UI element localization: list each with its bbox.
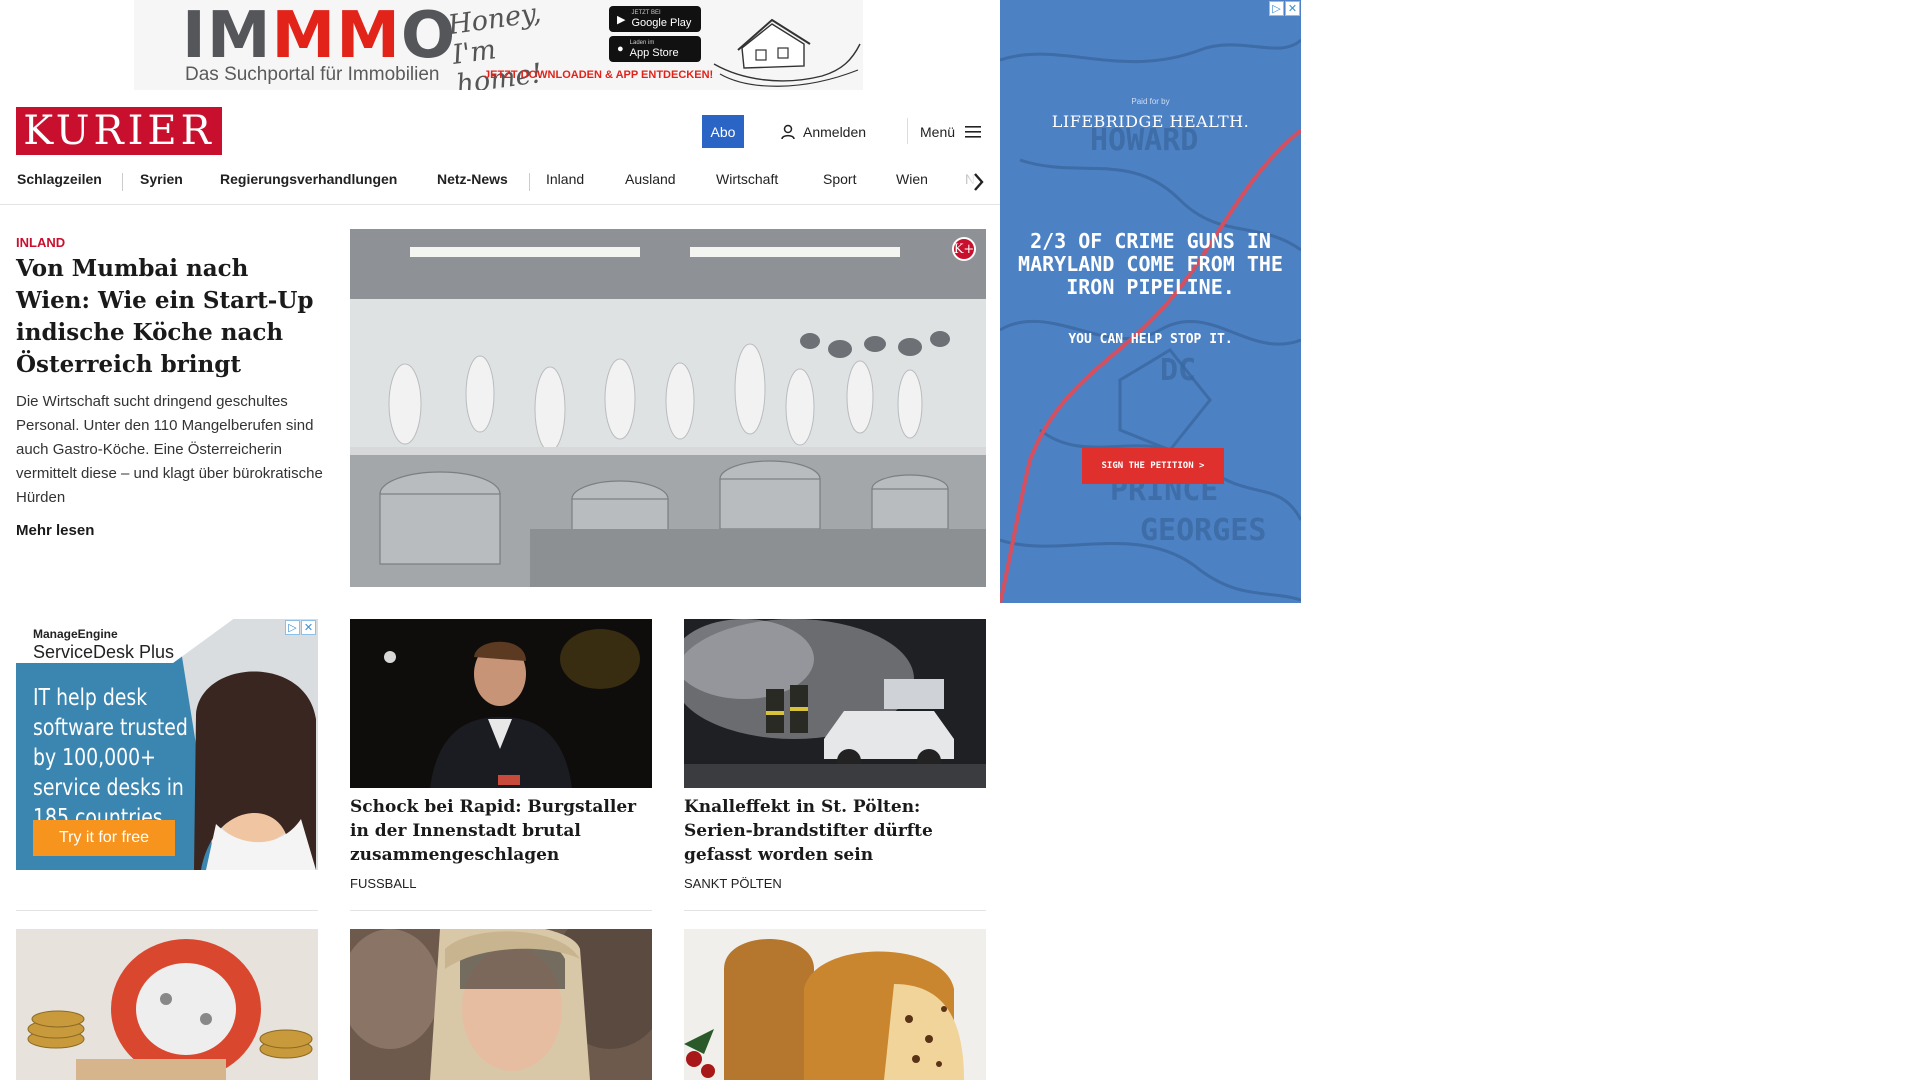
kurier-logo[interactable]: KURIER [16,107,222,155]
card-headline-rapid[interactable]: Schock bei Rapid: Burgstaller in der Inn… [350,795,652,867]
rapid-photo [350,619,652,788]
header-divider [907,118,908,144]
google-play-badge[interactable]: ▶ JETZT BEI Google Play [609,6,701,32]
card-headline-stpoelten[interactable]: Knalleffekt in St. Pölten: Serien-brands… [684,795,986,867]
card-divider [684,910,986,911]
ad-info-icon[interactable]: ▷ [1269,1,1284,16]
read-more-link[interactable]: Mehr lesen [16,522,94,539]
thumb-image-woman[interactable] [350,929,652,1080]
close-icon[interactable]: ✕ [1285,1,1300,16]
card-tag-sankt-poelten[interactable]: SANKT PÖLTEN [684,876,782,891]
hamburger-icon [965,126,982,138]
close-icon[interactable]: ✕ [301,620,316,635]
ad-choices[interactable]: ▷ ✕ [285,620,316,635]
ad-choices[interactable]: ▷ ✕ [1269,1,1300,16]
banner-cta[interactable]: JETZT DOWNLOADEN & APP ENTDECKEN! [484,69,713,81]
lifebridge-ad[interactable]: HOWARD DC PRINCE GEORGES Paid for by LIF… [1000,0,1301,603]
app-store-badge[interactable]: ● Laden im App Store [609,36,701,62]
ad3-map-background: HOWARD DC PRINCE GEORGES [1000,0,1301,603]
panettone-photo [684,929,986,1080]
thumb-image-energy[interactable] [16,929,318,1080]
paid-for-by: Paid for by [1131,97,1170,106]
nav-separator [529,173,530,191]
house-hand-illustration [713,18,861,87]
ad-headline: IT help desk software trusted by 100,000… [33,685,188,831]
lifebridge-brand: LIFEBRIDGE HEALTH. [1051,112,1250,131]
login-button[interactable]: Anmelden [781,120,866,144]
immmo-logo: IMMMO [182,0,457,73]
user-icon [781,124,795,140]
section-nav: Schlagzeilen Syrien Regierungsverhandlun… [0,163,1000,205]
login-label: Anmelden [803,124,867,140]
manageengine-brand: ManageEngine [33,627,118,641]
nav-item-schlagzeilen[interactable]: Schlagzeilen [17,163,102,205]
nav-item-wirtschaft[interactable]: Wirtschaft [716,163,778,205]
try-free-button[interactable]: Try it for free [33,820,175,856]
ad3-subline: YOU CAN HELP STOP IT. [1068,332,1233,347]
plug-coins-photo [16,929,318,1080]
apple-icon: ● [617,43,624,55]
nav-separator [122,173,123,191]
nav-item-ausland[interactable]: Ausland [625,163,676,205]
nav-item-syrien[interactable]: Syrien [140,163,183,205]
nav-item-inland[interactable]: Inland [546,163,584,205]
nav-item-netz-news[interactable]: Netz-News [437,163,508,205]
map-label-georges: GEORGES [1140,513,1266,548]
servicedesk-product: ServiceDesk Plus [33,642,175,662]
banner-tagline: Das Suchportal für Immobilien [185,64,440,85]
sign-petition-button[interactable]: SIGN THE PETITION > [1082,448,1224,484]
play-icon: ▶ [617,13,626,26]
card-image-stpoelten[interactable] [684,619,986,788]
card-tag-fussball[interactable]: FUSSBALL [350,876,416,891]
servicedesk-ad[interactable]: ManageEngine ServiceDesk Plus IT help de… [16,619,318,870]
thumb-image-panettone[interactable] [684,929,986,1080]
menu-label: Menü [920,124,956,140]
nav-item-sport[interactable]: Sport [823,163,856,205]
card-divider [16,910,318,911]
nav-item-wien[interactable]: Wien [896,163,928,205]
kurier-plus-badge: K+ [952,237,976,261]
chevron-right-icon[interactable] [968,169,988,195]
fire-photo [684,619,986,788]
card-divider [350,910,652,911]
ad-info-icon[interactable]: ▷ [285,620,300,635]
nav-item-regierungsverhandlungen[interactable]: Regierungsverhandlungen [220,163,397,205]
hero-teaser: Die Wirtschaft sucht dringend geschultes… [16,393,323,506]
hero-image[interactable] [350,229,986,587]
woman-veil-photo [350,929,652,1080]
abo-button[interactable]: Abo [702,115,744,148]
kitchen-photo [350,229,986,587]
hero-kicker[interactable]: INLAND [16,235,65,250]
ad3-headline: 2/3 OF CRIME GUNS IN MARYLAND COME FROM … [1018,229,1283,299]
card-image-rapid[interactable] [350,619,652,788]
banner-ad[interactable]: IMMMO Das Suchportal für Immobilien Hone… [134,0,863,90]
map-label-dc: DC [1160,353,1196,388]
menu-button[interactable]: Menü [920,120,982,144]
hero-headline[interactable]: Von Mumbai nach Wien: Wie ein Start-Up i… [16,253,324,381]
